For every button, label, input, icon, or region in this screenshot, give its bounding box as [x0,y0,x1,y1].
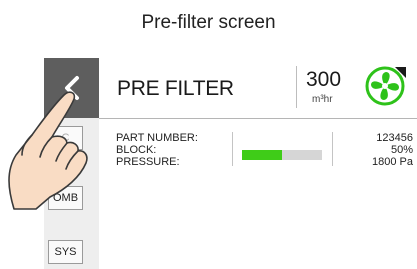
block-label: BLOCK: [116,144,157,156]
screen-caption: Pre-filter screen [141,12,276,33]
header-divider [296,66,297,108]
sidebar-button-sys[interactable]: SYS [48,240,83,264]
part-number-label: PART NUMBER: [116,132,198,144]
part-number-value: 123456 [376,132,413,144]
fan-icon[interactable] [364,65,406,107]
pressure-label: PRESSURE: [116,156,180,168]
block-progress-fill [242,150,282,160]
column-divider [232,132,233,166]
airflow-value: 300 [306,68,342,91]
airflow-unit: m³hr [312,94,333,105]
block-progress-bar [242,150,322,160]
page-title: PRE FILTER [117,77,234,100]
pointing-hand-icon [8,91,88,210]
sidebar-button-label: SYS [54,246,77,258]
pressure-value: 1800 Pa [372,156,413,168]
column-divider [332,132,333,166]
block-value: 50% [390,144,413,156]
header-divider-line [99,118,417,119]
